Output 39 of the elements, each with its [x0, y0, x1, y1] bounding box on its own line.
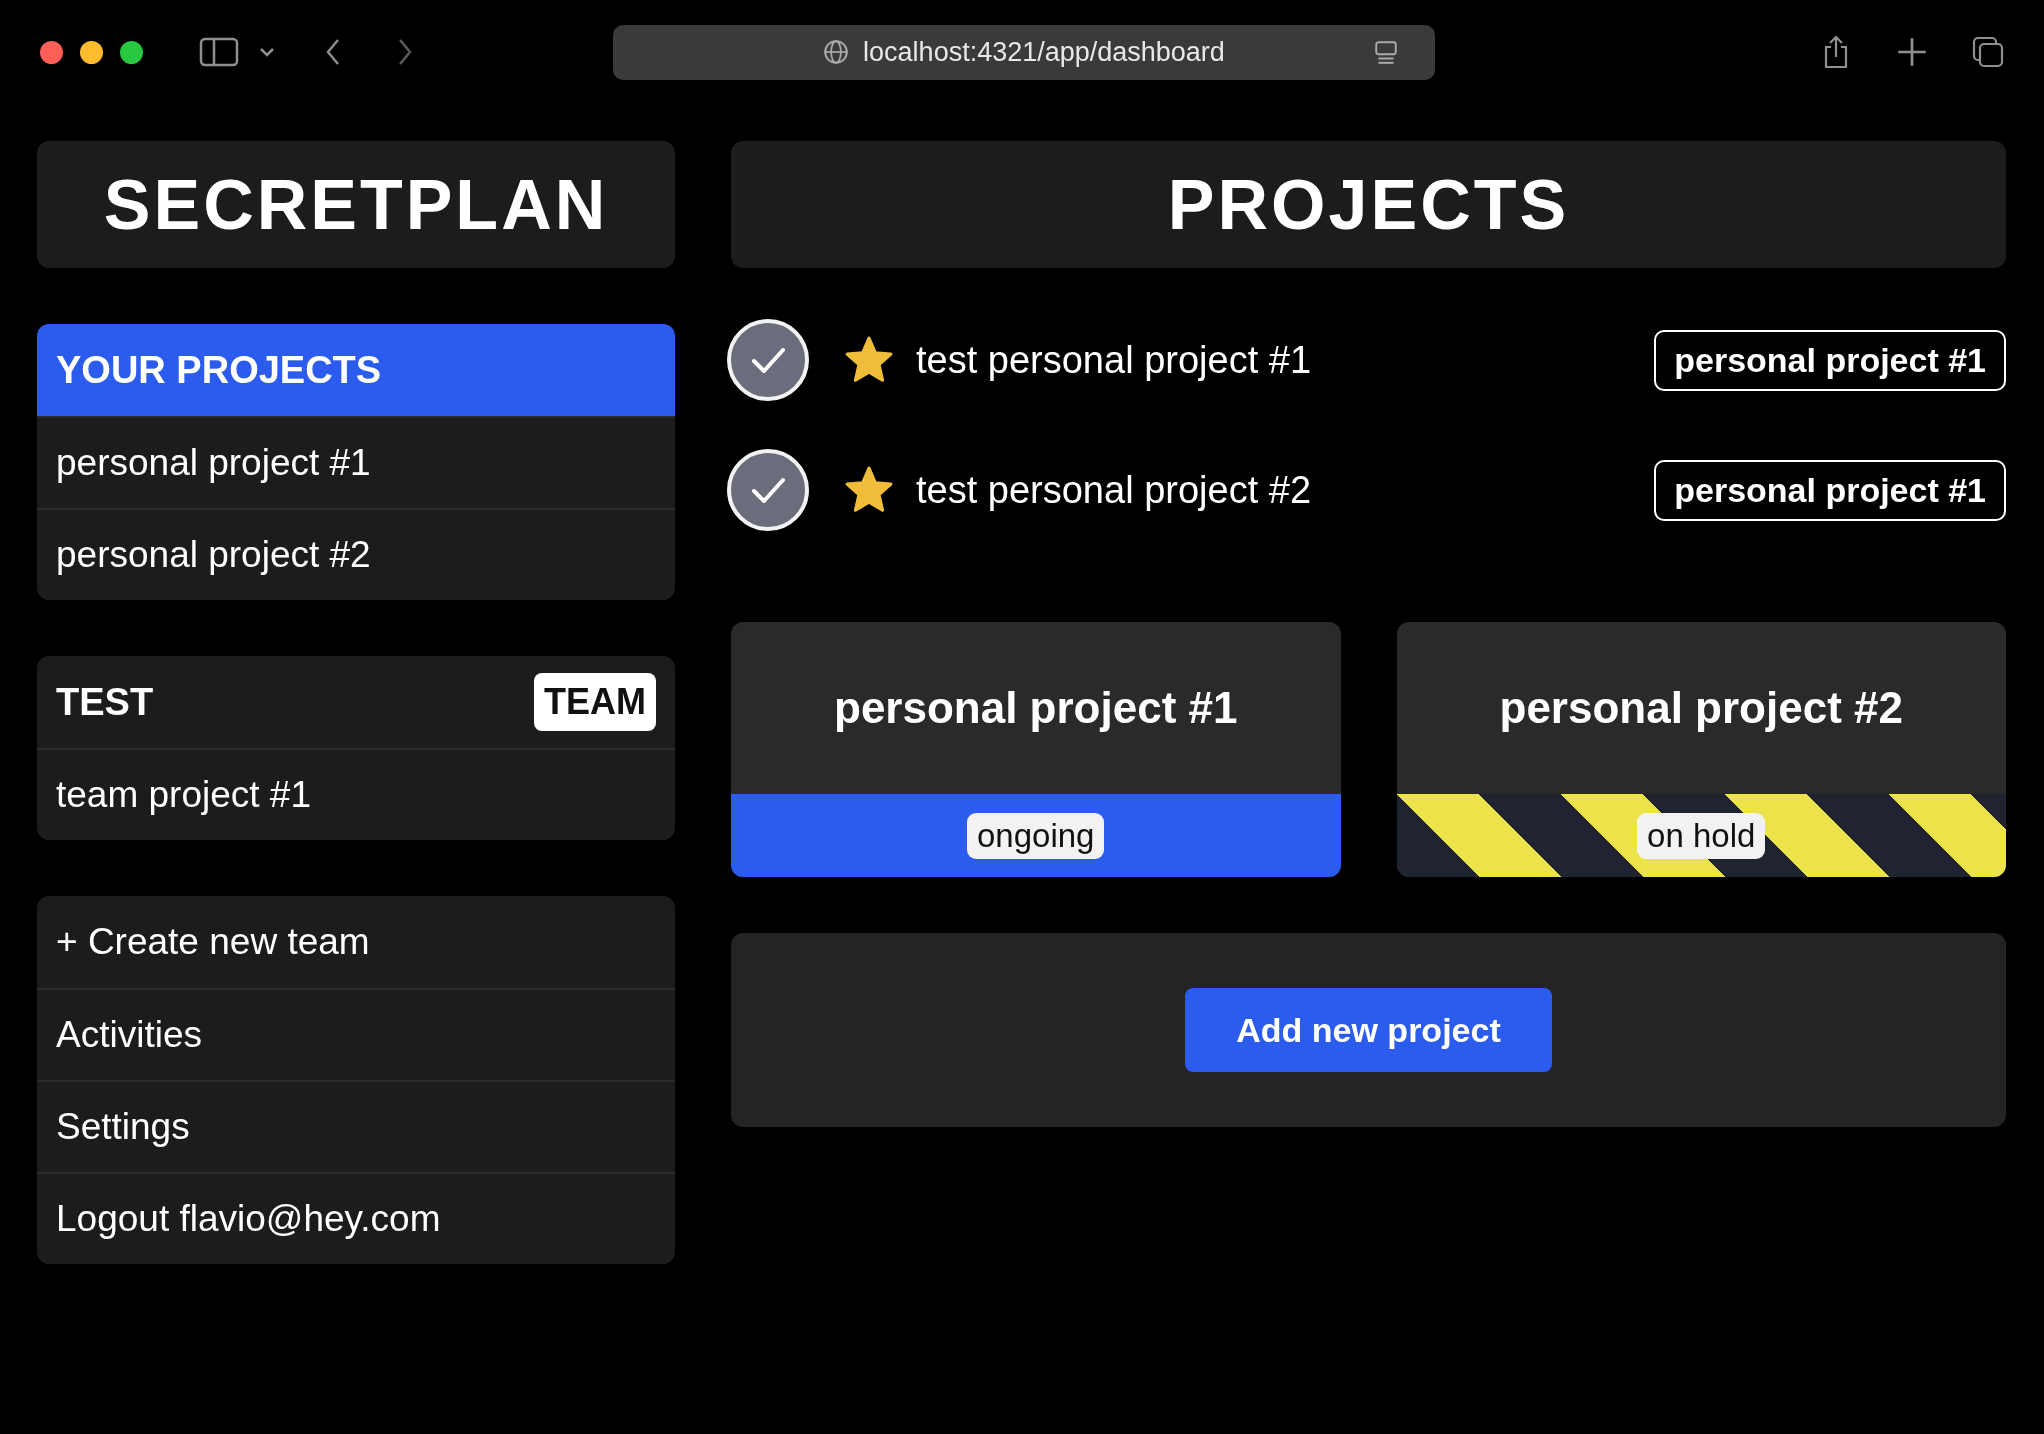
star-icon[interactable]	[844, 335, 894, 385]
forward-icon[interactable]	[397, 38, 413, 66]
project-tag[interactable]: personal project #1	[1654, 459, 2006, 521]
plus-icon[interactable]	[1896, 35, 1928, 69]
project-name: personal project #2	[1498, 682, 1904, 734]
sidebar-item[interactable]: team project #1	[37, 748, 675, 840]
close-window-button[interactable]	[40, 40, 63, 64]
status-label: on hold	[1637, 812, 1766, 859]
task-name: test personal project #1	[916, 338, 1311, 382]
project-name: personal project #1	[833, 682, 1239, 734]
reader-icon[interactable]	[1373, 38, 1399, 65]
project-tag[interactable]: personal project #1	[1654, 329, 2006, 391]
section-header[interactable]: YOUR PROJECTS	[37, 324, 675, 416]
team-name: TEST	[56, 680, 154, 724]
menu-item[interactable]: Activities	[37, 988, 675, 1080]
chevron-down-icon[interactable]	[259, 47, 275, 57]
app-logo: SECRETPLAN	[103, 164, 609, 245]
sidebar-icon[interactable]	[199, 37, 239, 67]
project-card[interactable]: personal project #2 on hold	[1396, 622, 2006, 877]
star-icon[interactable]	[844, 465, 894, 515]
check-circle-icon[interactable]	[726, 448, 810, 532]
menu-item[interactable]: Logout flavio@hey.com	[37, 1172, 675, 1264]
page-title: PROJECTS	[1167, 164, 1570, 245]
tabs-icon[interactable]	[1972, 35, 2004, 69]
sidebar-item[interactable]: personal project #2	[37, 508, 675, 600]
team-badge: TEAM	[534, 673, 656, 731]
menu-item[interactable]: + Create new team	[37, 896, 675, 988]
status-label: ongoing	[967, 812, 1105, 859]
project-card[interactable]: personal project #1 ongoing	[731, 622, 1341, 877]
globe-icon	[823, 39, 850, 65]
minimize-window-button[interactable]	[80, 40, 103, 64]
zoom-window-button[interactable]	[120, 40, 143, 64]
task-name: test personal project #2	[916, 468, 1311, 512]
address-bar[interactable]: localhost:4321/app/dashboard	[613, 24, 1435, 80]
check-circle-icon[interactable]	[726, 318, 810, 402]
sidebar-item[interactable]: personal project #1	[37, 416, 675, 508]
add-project-button[interactable]: Add new project	[1185, 988, 1552, 1072]
back-icon[interactable]	[325, 38, 341, 66]
menu-item[interactable]: Settings	[37, 1080, 675, 1172]
